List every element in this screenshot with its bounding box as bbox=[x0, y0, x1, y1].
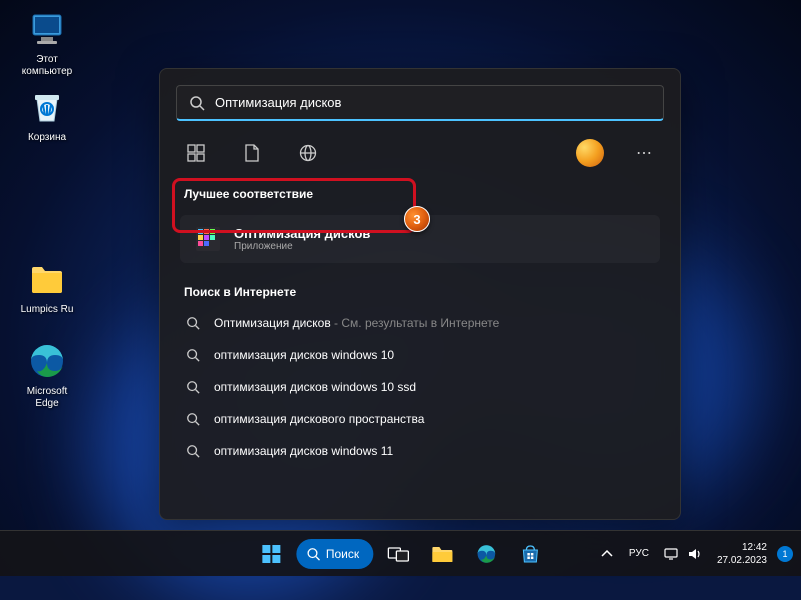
pc-icon bbox=[26, 8, 68, 50]
search-input[interactable] bbox=[215, 95, 651, 110]
search-icon bbox=[186, 348, 200, 362]
tray-overflow-button[interactable] bbox=[595, 544, 619, 564]
filter-web-icon[interactable] bbox=[292, 137, 324, 169]
web-result-item[interactable]: оптимизация дисков windows 10 bbox=[176, 339, 664, 371]
filter-row: ⋯ bbox=[160, 137, 680, 179]
taskbar-store-button[interactable] bbox=[511, 535, 549, 573]
task-view-button[interactable] bbox=[379, 535, 417, 573]
desktop-icon-edge[interactable]: Microsoft Edge bbox=[12, 340, 82, 410]
folder-icon bbox=[26, 258, 68, 300]
web-result-item[interactable]: Оптимизация дисков - См. результаты в Ин… bbox=[176, 307, 664, 339]
web-result-item[interactable]: оптимизация дисков windows 11 bbox=[176, 435, 664, 467]
date-text: 27.02.2023 bbox=[717, 554, 767, 567]
taskbar-right: РУС 12:42 27.02.2023 1 bbox=[595, 541, 793, 567]
desktop-icon-label: Корзина bbox=[28, 132, 66, 144]
taskbar-search-button[interactable]: Поиск bbox=[296, 539, 373, 569]
volume-icon bbox=[687, 547, 703, 561]
search-icon bbox=[306, 547, 320, 561]
best-match-subtitle: Приложение bbox=[234, 241, 370, 252]
desktop-icon-label: Этот компьютер bbox=[22, 54, 72, 78]
web-result-item[interactable]: оптимизация дисков windows 10 ssd bbox=[176, 371, 664, 403]
desktop-icon-label: Lumpics Ru bbox=[21, 304, 74, 316]
taskbar-explorer-button[interactable] bbox=[423, 535, 461, 573]
annotation-step-badge: 3 bbox=[404, 206, 430, 232]
recycle-bin-icon bbox=[26, 86, 68, 128]
more-button[interactable]: ⋯ bbox=[628, 139, 660, 167]
taskbar-edge-button[interactable] bbox=[467, 535, 505, 573]
search-panel: ⋯ Лучшее соответствие Оптимизация дисков… bbox=[159, 68, 681, 520]
clock[interactable]: 12:42 27.02.2023 bbox=[717, 541, 767, 567]
web-results-header: Поиск в Интернете bbox=[160, 277, 680, 307]
best-match-title: Оптимизация дисков bbox=[234, 226, 370, 241]
network-icon bbox=[663, 547, 679, 561]
search-icon bbox=[186, 316, 200, 330]
system-tray[interactable] bbox=[659, 543, 707, 565]
user-avatar[interactable] bbox=[576, 139, 604, 167]
web-result-item[interactable]: оптимизация дискового пространства bbox=[176, 403, 664, 435]
edge-icon bbox=[26, 340, 68, 382]
taskbar: Поиск РУС 12:4 bbox=[0, 530, 801, 576]
start-button[interactable] bbox=[252, 535, 290, 573]
time-text: 12:42 bbox=[717, 541, 767, 554]
best-match-header: Лучшее соответствие bbox=[160, 179, 680, 209]
search-box[interactable] bbox=[176, 85, 664, 121]
language-indicator[interactable]: РУС bbox=[629, 548, 649, 559]
web-results-list: Оптимизация дисков - См. результаты в Ин… bbox=[160, 307, 680, 467]
desktop-icon-recycle-bin[interactable]: Корзина bbox=[12, 86, 82, 144]
taskbar-center: Поиск bbox=[252, 535, 549, 573]
search-icon bbox=[186, 380, 200, 394]
search-icon bbox=[189, 95, 205, 111]
taskbar-search-label: Поиск bbox=[326, 547, 359, 561]
desktop-icon-this-pc[interactable]: Этот компьютер bbox=[12, 8, 82, 78]
notification-badge[interactable]: 1 bbox=[777, 546, 793, 562]
filter-documents-icon[interactable] bbox=[236, 137, 268, 169]
desktop-icon-label: Microsoft Edge bbox=[27, 386, 68, 410]
desktop: Этот компьютер Корзина Lumpics Ru Micros… bbox=[0, 0, 801, 576]
defrag-app-icon bbox=[194, 225, 222, 253]
filter-apps-icon[interactable] bbox=[180, 137, 212, 169]
search-icon bbox=[186, 412, 200, 426]
search-icon bbox=[186, 444, 200, 458]
desktop-icon-lumpics[interactable]: Lumpics Ru bbox=[12, 258, 82, 316]
